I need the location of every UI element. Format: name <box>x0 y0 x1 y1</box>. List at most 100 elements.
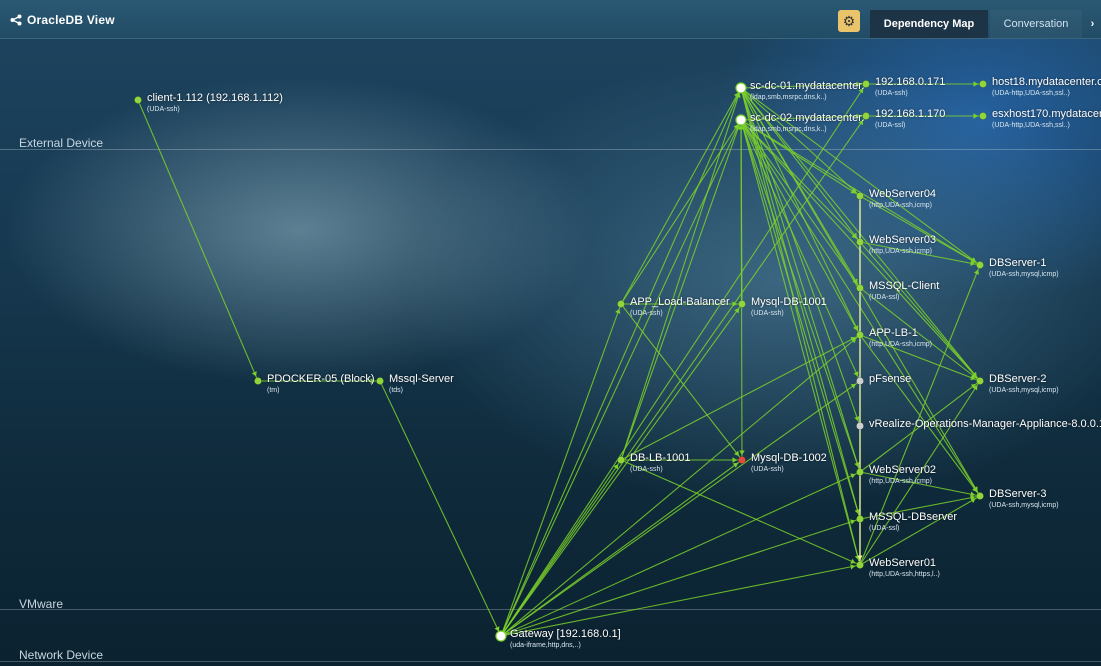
node-protocols-mssqlclient: (UDA-ssl) <box>869 294 900 301</box>
node-marker-pfsense[interactable] <box>856 377 864 385</box>
node-label-applbal[interactable]: APP_Load-Balancer <box>630 296 730 308</box>
node-marker-db1[interactable] <box>976 261 984 269</box>
node-protocols-db1: (UDA-ssh,mysql,icmp) <box>989 271 1059 278</box>
node-label-db2[interactable]: DBServer-2 <box>989 373 1046 385</box>
node-marker-applb1[interactable] <box>856 331 864 339</box>
arrowhead-icon <box>732 457 737 463</box>
arrowhead-icon <box>850 564 856 570</box>
arrowhead-icon <box>973 113 978 119</box>
node-protocols-applbal: (UDA-ssh) <box>630 310 663 317</box>
node-marker-dc01[interactable] <box>735 82 747 94</box>
node-marker-db3[interactable] <box>976 492 984 500</box>
node-marker-ws02[interactable] <box>856 468 864 476</box>
node-marker-mysql1002[interactable] <box>738 456 746 464</box>
node-marker-mssqlsrv[interactable] <box>376 377 384 385</box>
node-protocols-ws01: (http,UDA-ssh,https,l..) <box>869 571 940 578</box>
node-marker-mssqlclient[interactable] <box>856 284 864 292</box>
node-marker-dblb[interactable] <box>617 456 625 464</box>
node-marker-client[interactable] <box>134 96 142 104</box>
node-label-ws02[interactable]: WebServer02 <box>869 464 936 476</box>
node-label-dblb[interactable]: DB-LB-1001 <box>630 452 691 464</box>
node-protocols-ip171: (UDA-ssh) <box>875 90 908 97</box>
edge-gateway-mssqldb <box>500 518 861 637</box>
node-label-docker[interactable]: PDOCKER-05 (Block) <box>267 373 375 385</box>
edge-gateway-mysql1002 <box>500 459 743 637</box>
edge-applbal-mysql1002 <box>620 303 743 461</box>
node-marker-db2[interactable] <box>976 377 984 385</box>
edge-dc02-mssqlclient <box>740 119 861 289</box>
arrowhead-icon <box>734 450 739 456</box>
node-protocols-docker: (tm) <box>267 387 280 394</box>
node-label-mysql1002[interactable]: Mysql-DB-1002 <box>751 452 827 464</box>
node-marker-esx170[interactable] <box>979 112 987 120</box>
edge-dblb-ws01 <box>620 459 861 566</box>
node-protocols-ws04: (http,UDA-ssh,icmp) <box>869 202 933 209</box>
node-label-mysql1001[interactable]: Mysql-DB-1001 <box>751 296 827 308</box>
arrowhead-icon <box>739 450 745 455</box>
node-marker-ws03[interactable] <box>856 238 864 246</box>
edge-applbal-dc02 <box>620 119 742 305</box>
node-protocols-ip170: (UDA-ssl) <box>875 122 906 129</box>
node-protocols-dc01: (ldap,smb,msrpc,dns,k..) <box>750 94 827 101</box>
edge-dblb-dc02 <box>620 119 742 461</box>
node-protocols-mssqldb: (UDA-ssl) <box>869 525 900 532</box>
node-label-dc01[interactable]: sc-dc-01.mydatacenter. <box>750 80 864 92</box>
node-protocols-db2: (UDA-ssh,mysql,icmp) <box>989 387 1059 394</box>
node-protocols-applb1: (http,UDA-ssh,icmp) <box>869 341 933 348</box>
node-protocols-ws03: (http,UDA-ssh,icmp) <box>869 248 933 255</box>
node-marker-mssqldb[interactable] <box>856 515 864 523</box>
edge-client-docker <box>137 99 259 382</box>
node-marker-dc02[interactable] <box>735 114 747 126</box>
node-label-db1[interactable]: DBServer-1 <box>989 257 1046 269</box>
node-protocols-esx170: (UDA-http,UDA-ssh,ssl..) <box>992 122 1070 129</box>
node-label-ws03[interactable]: WebServer03 <box>869 234 936 246</box>
node-protocols-ws02: (http,UDA-ssh,icmp) <box>869 478 933 485</box>
edge-dblb-dc01 <box>620 87 742 461</box>
node-marker-host18[interactable] <box>979 80 987 88</box>
node-label-mssqlclient[interactable]: MSSQL-Client <box>869 280 939 292</box>
node-protocols-dc02: (ldap,smb,msrpc,dns,k..) <box>750 126 827 133</box>
node-marker-applbal[interactable] <box>617 300 625 308</box>
node-protocols-mysql1001: (UDA-ssh) <box>751 310 784 317</box>
arrowhead-icon <box>732 462 738 468</box>
node-protocols-mysql1002: (UDA-ssh) <box>751 466 784 473</box>
arrowhead-icon <box>973 81 978 87</box>
node-label-vrops[interactable]: vRealize-Operations-Manager-Appliance-8.… <box>869 418 1101 430</box>
node-label-mssqldb[interactable]: MSSQL-DBserver <box>869 511 957 523</box>
node-label-ip170[interactable]: 192.168.1.170 <box>875 108 945 120</box>
node-label-mssqlsrv[interactable]: Mssql-Server <box>389 373 454 385</box>
edge-gateway-mysql1001 <box>500 303 743 637</box>
node-marker-mysql1001[interactable] <box>738 300 746 308</box>
edge-mssqlsrv-gateway <box>379 380 502 637</box>
node-marker-ws01[interactable] <box>856 561 864 569</box>
node-label-host18[interactable]: host18.mydatacenter.c <box>992 76 1101 88</box>
node-protocols-dblb: (UDA-ssh) <box>630 466 663 473</box>
node-label-ip171[interactable]: 192.168.0.171 <box>875 76 945 88</box>
node-marker-docker[interactable] <box>254 377 262 385</box>
node-label-ws01[interactable]: WebServer01 <box>869 557 936 569</box>
arrowhead-icon <box>850 383 856 389</box>
node-marker-ws04[interactable] <box>856 192 864 200</box>
node-label-gateway[interactable]: Gateway [192.168.0.1] <box>510 628 621 640</box>
node-protocols-host18: (UDA-http,UDA-ssh,ssl..) <box>992 90 1070 97</box>
edge-gateway-dc01 <box>500 87 742 637</box>
node-label-ws04[interactable]: WebServer04 <box>869 188 936 200</box>
arrowhead-icon <box>734 308 740 314</box>
node-protocols-mssqlsrv: (tds) <box>389 387 403 394</box>
node-marker-vrops[interactable] <box>856 422 864 430</box>
node-protocols-gateway: (uda-iframe,http,dns,..) <box>510 642 581 649</box>
node-label-db3[interactable]: DBServer-3 <box>989 488 1046 500</box>
node-label-applb1[interactable]: APP-LB-1 <box>869 327 918 339</box>
node-label-dc02[interactable]: sc-dc-02.mydatacenter. <box>750 112 864 124</box>
edge-ws03-db2 <box>859 241 981 382</box>
edge-gateway-pfsense <box>500 380 861 637</box>
node-protocols-client: (UDA-ssh) <box>147 106 180 113</box>
node-protocols-db3: (UDA-ssh,mysql,icmp) <box>989 502 1059 509</box>
edge-gateway-dc02 <box>500 119 742 637</box>
node-label-client[interactable]: client-1.112 (192.168.1.112) <box>147 92 283 104</box>
node-label-pfsense[interactable]: pFsense <box>869 373 911 385</box>
edge-gateway-ws01 <box>500 564 861 637</box>
node-marker-gateway[interactable] <box>495 630 507 642</box>
node-label-esx170[interactable]: esxhost170.mydatacen <box>992 108 1101 120</box>
edge-applbal-dc01 <box>620 87 742 305</box>
